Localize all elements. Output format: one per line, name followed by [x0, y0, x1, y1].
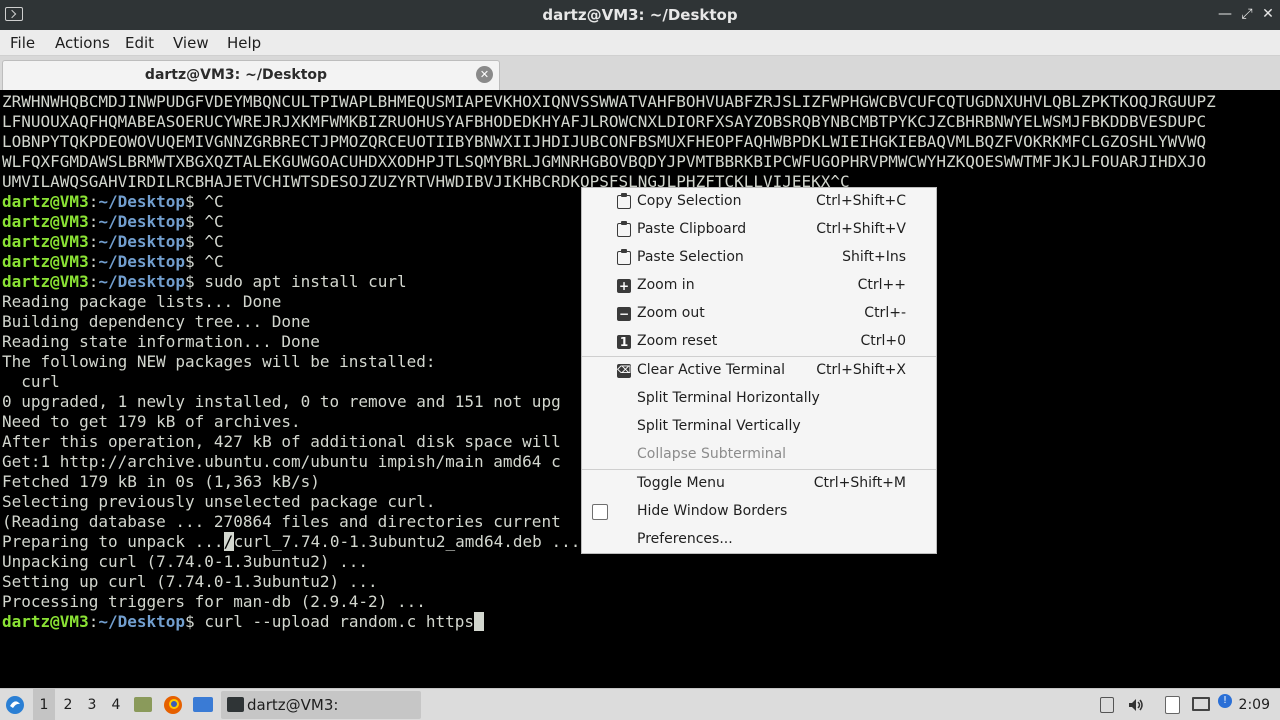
- taskbar-terminal-button[interactable]: dartz@VM3: ~/Desktop: [221, 691, 421, 719]
- text-cursor: [474, 612, 485, 631]
- current-command: curl --upload random.c https: [204, 612, 475, 631]
- clipboard-icon: [617, 221, 631, 237]
- workspace-2[interactable]: 2: [57, 689, 79, 720]
- terminal-tab[interactable]: dartz@VM3: ~/Desktop ✕: [2, 60, 500, 90]
- workspace-4[interactable]: 4: [105, 689, 127, 720]
- menu-item-clear-active-terminal[interactable]: ⌫ Clear Active Terminal Ctrl+Shift+X: [582, 357, 936, 385]
- menu-file[interactable]: File: [10, 34, 35, 52]
- terminal-line: (Reading database ... 270864 files and d…: [2, 512, 561, 531]
- menu-view[interactable]: View: [173, 34, 209, 52]
- menu-item-paste-clipboard[interactable]: Paste Clipboard Ctrl+Shift+V: [582, 216, 936, 244]
- current-prompt-line[interactable]: dartz@VM3:~/Desktop$ curl --upload rando…: [2, 612, 485, 632]
- menu-item-split-vertically[interactable]: Split Terminal Vertically: [582, 413, 936, 441]
- prompt-line: dartz@VM3:~/Desktop$ ^C: [2, 252, 224, 271]
- terminal-line: Reading package lists... Done: [2, 292, 282, 311]
- terminal-line: WLFQXFGMDAWSLBRMWTXBGXQZTALEKGUWGOACUHDX…: [2, 152, 1207, 171]
- hide-borders-checkbox[interactable]: [592, 504, 608, 520]
- close-window-button[interactable]: ✕: [1259, 5, 1277, 23]
- terminal-line: Building dependency tree... Done: [2, 312, 311, 331]
- menu-item-hide-window-borders[interactable]: Hide Window Borders: [582, 498, 936, 526]
- prompt-line: dartz@VM3:~/Desktop$ ^C: [2, 232, 224, 251]
- menu-actions[interactable]: Actions: [55, 34, 110, 52]
- zoom-out-icon: −: [617, 307, 631, 321]
- clipboard-icon[interactable]: [1165, 689, 1183, 720]
- maximize-button[interactable]: ⤢: [1238, 5, 1256, 23]
- terminal-line: Get:1 http://archive.ubuntu.com/ubuntu i…: [2, 452, 561, 471]
- volume-icon[interactable]: [1127, 689, 1147, 720]
- prompt-line: dartz@VM3:~/Desktop$ sudo apt install cu…: [2, 272, 407, 291]
- terminal-line: Fetched 179 kB in 0s (1,363 kB/s): [2, 472, 320, 491]
- terminal-icon: [227, 697, 244, 712]
- workspace-1[interactable]: 1: [33, 689, 55, 720]
- clear-icon: ⌫: [617, 364, 632, 378]
- update-icon[interactable]: !: [1218, 689, 1234, 720]
- terminal-line: Setting up curl (7.74.0-1.3ubuntu2) ...: [2, 572, 378, 591]
- terminal-line: After this operation, 427 kB of addition…: [2, 432, 561, 451]
- monitor-icon[interactable]: [1192, 689, 1212, 720]
- menu-bar: File Actions Edit View Help: [0, 30, 1280, 56]
- clipboard-icon: [617, 249, 631, 265]
- prompt-line: dartz@VM3:~/Desktop$ ^C: [2, 192, 224, 211]
- tab-label: dartz@VM3: ~/Desktop: [144, 67, 328, 83]
- terminal-line: Need to get 179 kB of archives.: [2, 412, 301, 431]
- menu-item-collapse-subterminal: Collapse Subterminal: [637, 446, 787, 462]
- terminal-line: 0 upgraded, 1 newly installed, 0 to remo…: [2, 392, 561, 411]
- minimize-button[interactable]: —: [1216, 5, 1234, 23]
- menu-item-toggle-menu[interactable]: Toggle Menu Ctrl+Shift+M: [582, 470, 936, 498]
- prompt-line: dartz@VM3:~/Desktop$ ^C: [2, 212, 224, 231]
- start-menu-icon[interactable]: [4, 689, 28, 720]
- taskbar: 1 2 3 4 dartz@VM3: ~/Desktop ! 2:09: [0, 688, 1280, 720]
- menu-item-zoom-in[interactable]: + Zoom in Ctrl++: [582, 272, 936, 300]
- menu-item-preferences[interactable]: Preferences...: [582, 526, 936, 554]
- menu-item-copy-selection[interactable]: Copy Selection Ctrl+Shift+C: [582, 188, 936, 216]
- file-manager-icon[interactable]: [134, 689, 154, 720]
- workspace-3[interactable]: 3: [81, 689, 103, 720]
- terminal-line: The following NEW packages will be insta…: [2, 352, 436, 371]
- menu-item-zoom-out[interactable]: − Zoom out Ctrl+-: [582, 300, 936, 328]
- menu-item-split-horizontally[interactable]: Split Terminal Horizontally: [582, 385, 936, 413]
- terminal-line: LFNUOUXAQFHQMABEASOERUCYWREJRJXKMFWMKBIZ…: [2, 112, 1207, 131]
- menu-help[interactable]: Help: [227, 34, 261, 52]
- menu-item-paste-selection[interactable]: Paste Selection Shift+Ins: [582, 244, 936, 272]
- firefox-icon[interactable]: [163, 689, 185, 720]
- terminal-line: Unpacking curl (7.74.0-1.3ubuntu2) ...: [2, 552, 369, 571]
- clock[interactable]: 2:09: [1239, 689, 1270, 720]
- clipboard-icon: [617, 193, 631, 209]
- title-bar: dartz@VM3: ~/Desktop — ⤢ ✕: [0, 0, 1280, 30]
- zoom-reset-icon: 1: [617, 335, 631, 349]
- terminal-line: ZRWHNWHQBCMDJINWPUDGFVDEYMBQNCULTPIWAPLB…: [2, 92, 1216, 111]
- desktop-icon[interactable]: [193, 689, 215, 720]
- context-menu: Copy Selection Ctrl+Shift+C Paste Clipbo…: [581, 187, 937, 554]
- tab-close-icon[interactable]: ✕: [476, 66, 493, 83]
- menu-item-zoom-reset[interactable]: 1 Zoom reset Ctrl+0: [582, 328, 936, 356]
- terminal-line: LOBNPYTQKPDEOWOVUQEMIVGNNZGRBRECTJPMOZQR…: [2, 132, 1207, 151]
- terminal-line: curl: [2, 372, 60, 391]
- tab-bar: dartz@VM3: ~/Desktop ✕: [0, 56, 1280, 90]
- window-title: dartz@VM3: ~/Desktop: [542, 6, 738, 24]
- disk-icon[interactable]: [1100, 689, 1116, 720]
- zoom-in-icon: +: [617, 279, 631, 293]
- terminal-line: Processing triggers for man-db (2.9.4-2)…: [2, 592, 426, 611]
- menu-edit[interactable]: Edit: [125, 34, 154, 52]
- terminal-line: Selecting previously unselected package …: [2, 492, 436, 511]
- terminal-line: Reading state information... Done: [2, 332, 320, 351]
- terminal-line: Preparing to unpack .../curl_7.74.0-1.3u…: [2, 532, 581, 551]
